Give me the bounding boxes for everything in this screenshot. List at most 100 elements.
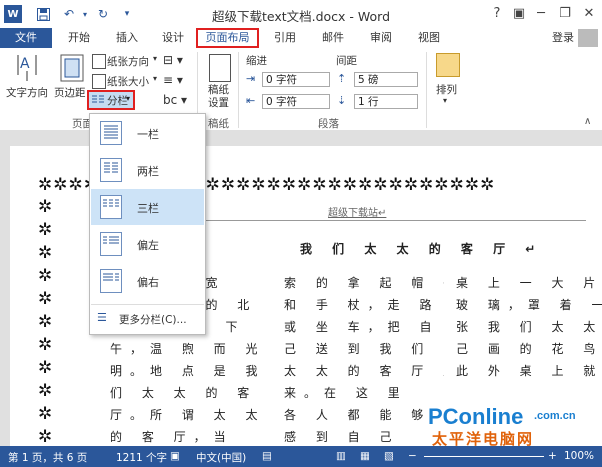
indent-right-icon: ⇤ bbox=[246, 94, 256, 107]
orientation-dropdown-icon[interactable]: ▾ bbox=[153, 54, 157, 63]
more-columns-label: 更多分栏(C)... bbox=[119, 314, 187, 326]
tab-view[interactable]: 视图 bbox=[412, 28, 446, 48]
size-button[interactable]: 纸张大小 bbox=[107, 74, 149, 89]
avatar[interactable] bbox=[578, 29, 598, 47]
indent-left-icon: ⇥ bbox=[246, 72, 256, 85]
margins-button[interactable]: 页边距 bbox=[54, 85, 86, 100]
title-bar: W ↶ ▾ ↻ ▾ 超级下载text文档.docx - Word ? ▣ ─ ❐… bbox=[0, 0, 602, 28]
text-column-2: 索 的 拿 起 帽 子 和 手 杖，走 路 或 坐 车，把 自 己 送 到 我 … bbox=[284, 272, 444, 446]
spacing-before-icon: ⇡ bbox=[337, 72, 347, 85]
text-line: 感 到 自 己 bbox=[284, 430, 400, 444]
text-line: 午，温 煦 而 光 bbox=[110, 342, 260, 356]
menu-item-label: 两栏 bbox=[137, 165, 159, 178]
orientation-button[interactable]: 纸张方向 bbox=[107, 54, 149, 69]
text-line: 张 我 们 太 太 自 bbox=[456, 320, 602, 334]
text-line: 的 客 厅，当 bbox=[110, 430, 234, 444]
tab-home[interactable]: 开始 bbox=[62, 28, 96, 48]
macro-icon[interactable]: ▤ bbox=[262, 450, 272, 462]
svg-text:A: A bbox=[20, 56, 30, 72]
one-column-icon bbox=[100, 121, 122, 145]
group-divider bbox=[238, 52, 239, 128]
menu-item-two-columns[interactable]: 两栏 bbox=[91, 152, 204, 188]
zoom-out-icon[interactable]: − bbox=[408, 450, 417, 462]
minimize-button[interactable]: ─ bbox=[530, 3, 552, 23]
page-header-text: 超级下载站↵ bbox=[328, 208, 387, 219]
ribbon-display-options-button[interactable]: ▣ bbox=[508, 3, 530, 23]
print-layout-icon[interactable]: ▦ bbox=[360, 450, 370, 462]
menu-item-three-columns[interactable]: 三栏 bbox=[91, 189, 204, 225]
read-mode-icon[interactable]: ▥ bbox=[336, 450, 346, 462]
menu-item-left[interactable]: 偏左 bbox=[91, 226, 204, 262]
text-line: 桌 上 一 大 片 厚 bbox=[456, 276, 602, 290]
margins-icon bbox=[60, 54, 84, 82]
text-line: 或 坐 车，把 自 bbox=[284, 320, 440, 334]
menu-item-right[interactable]: 偏右 bbox=[91, 263, 204, 299]
zoom-in-icon[interactable]: + bbox=[548, 450, 557, 462]
columns-label: 分栏 bbox=[107, 95, 128, 107]
text-line: 玻 璃，罩 着 一 bbox=[456, 298, 602, 312]
line-numbers-icon[interactable]: ≡ ▾ bbox=[163, 73, 183, 87]
indent-left-stepper[interactable]: 0 字符 bbox=[262, 72, 330, 87]
three-columns-icon bbox=[100, 195, 122, 219]
status-bar: 第 1 页，共 6 页 1211 个字 ▣ 中文(中国) ▤ ▥ ▦ ▧ − +… bbox=[0, 446, 602, 467]
columns-button[interactable]: 分栏 ▾ bbox=[87, 90, 135, 110]
text-line: 们 太 太 的 客 bbox=[110, 386, 258, 400]
zoom-slider[interactable] bbox=[424, 456, 544, 457]
two-columns-icon bbox=[100, 158, 122, 182]
draft-paper-button[interactable]: 稿纸 设置 bbox=[208, 84, 229, 110]
menu-item-label: 偏左 bbox=[137, 239, 159, 252]
logo-domain: .com.cn bbox=[534, 410, 576, 422]
header-rule bbox=[206, 220, 586, 221]
size-icon bbox=[92, 74, 106, 89]
sign-in-link[interactable]: 登录 bbox=[548, 28, 578, 48]
paragraph-group-label: 段落 bbox=[318, 118, 339, 130]
breaks-icon[interactable]: ⊟ ▾ bbox=[163, 53, 183, 67]
text-line: 和 手 杖，走 路 bbox=[284, 298, 440, 312]
proofing-icon[interactable]: ▣ bbox=[170, 450, 180, 462]
help-button[interactable]: ? bbox=[486, 3, 508, 23]
text-line: 厅。所 谓 太 太 bbox=[110, 408, 260, 422]
word-count[interactable]: 1211 个字 bbox=[116, 450, 167, 465]
menu-item-more-columns[interactable]: ☰ 更多分栏(C)... bbox=[91, 308, 204, 330]
tab-design[interactable]: 设计 bbox=[156, 28, 190, 48]
arrange-dropdown-icon[interactable]: ▾ bbox=[443, 96, 447, 105]
spacing-before-stepper[interactable]: 5 磅 bbox=[354, 72, 418, 87]
hyphenation-icon[interactable]: bc ▾ bbox=[163, 93, 187, 107]
page-count[interactable]: 第 1 页，共 6 页 bbox=[8, 450, 87, 465]
text-direction-button[interactable]: 文字方向 bbox=[6, 85, 48, 100]
menu-item-label: 三栏 bbox=[137, 202, 159, 215]
tab-insert[interactable]: 插入 bbox=[110, 28, 144, 48]
restore-button[interactable]: ❐ bbox=[554, 3, 576, 23]
tab-mailings[interactable]: 邮件 bbox=[316, 28, 350, 48]
ribbon-tabs: 文件 开始 插入 设计 页面布局 引用 邮件 审阅 视图 登录 bbox=[0, 28, 602, 48]
text-line: 来。在 这 里 bbox=[284, 386, 408, 400]
arrange-button[interactable]: 排列 bbox=[436, 82, 457, 97]
tab-file[interactable]: 文件 bbox=[0, 28, 52, 48]
language-indicator[interactable]: 中文(中国) bbox=[196, 450, 246, 465]
columns-dropdown-icon: ▾ bbox=[126, 94, 131, 103]
spacing-after-stepper[interactable]: 1 行 bbox=[354, 94, 418, 109]
right-column-icon bbox=[100, 269, 122, 293]
close-button[interactable]: ✕ bbox=[578, 3, 600, 23]
tab-references[interactable]: 引用 bbox=[268, 28, 302, 48]
more-columns-icon: ☰ bbox=[97, 311, 107, 324]
text-line: 索 的 拿 起 帽 子 bbox=[284, 276, 444, 290]
zoom-level[interactable]: 100% bbox=[564, 450, 594, 462]
web-layout-icon[interactable]: ▧ bbox=[384, 450, 394, 462]
tab-review[interactable]: 审阅 bbox=[364, 28, 398, 48]
draft-paper-icon bbox=[209, 54, 231, 82]
document-title: 我 们 太 太 的 客 厅 ↵ bbox=[300, 242, 544, 256]
collapse-ribbon-icon[interactable]: ∧ bbox=[584, 116, 591, 127]
indent-right-stepper[interactable]: 0 字符 bbox=[262, 94, 330, 109]
size-dropdown-icon[interactable]: ▾ bbox=[153, 74, 157, 83]
text-line: 太 太 的 客 厅 里 bbox=[284, 364, 444, 378]
text-line: 各 人 都 能 够 bbox=[284, 408, 432, 422]
tab-page-layout[interactable]: 页面布局 bbox=[196, 28, 259, 48]
spacing-after-icon: ⇣ bbox=[337, 94, 347, 107]
menu-item-label: 一栏 bbox=[137, 128, 159, 141]
menu-item-one-column[interactable]: 一栏 bbox=[91, 115, 204, 151]
menu-divider bbox=[91, 304, 204, 305]
left-column-icon bbox=[100, 232, 122, 256]
text-direction-icon: A bbox=[14, 53, 40, 83]
pconline-logo: PConline .com.cn 太平洋电脑网 bbox=[428, 404, 600, 448]
